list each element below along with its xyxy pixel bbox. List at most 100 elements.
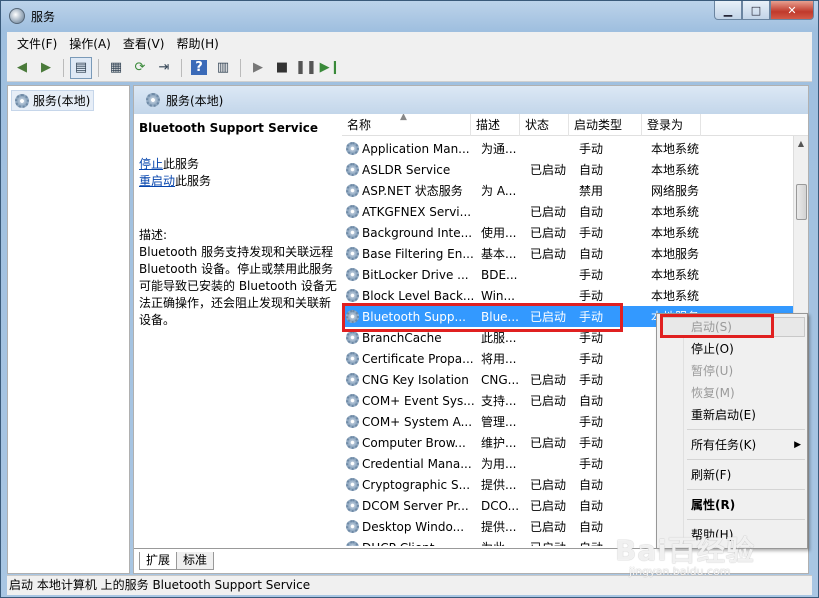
context-item-stop[interactable]: 停止(O) <box>691 339 801 359</box>
stop-service-button[interactable]: ■ <box>271 57 293 79</box>
context-menu: 启动(S) 停止(O) 暂停(U) 恢复(M) 重新启动(E) 所有任务(K) ▶… <box>656 313 808 549</box>
service-name-cell: Credential Mana... <box>342 457 476 471</box>
service-status-cell: 已启动 <box>530 499 567 513</box>
help-icon: ? <box>191 60 207 75</box>
forward-button[interactable]: ▶ <box>35 57 57 79</box>
gear-icon <box>15 93 29 108</box>
tab-standard[interactable]: 标准 <box>176 552 215 570</box>
main-pane-title: 服务(本地) <box>166 93 224 108</box>
minimize-button[interactable]: ▁ <box>714 1 742 20</box>
tree-item-services-local[interactable]: 服务(本地) <box>11 90 95 111</box>
menu-view[interactable]: 查看(V) <box>117 35 171 52</box>
service-description-cell: 提供... <box>481 478 517 492</box>
context-item-pause[interactable]: 暂停(U) <box>691 361 801 381</box>
service-status-cell: 已启动 <box>525 539 574 546</box>
gear-icon <box>346 226 359 239</box>
service-description-cell: Win... <box>481 288 515 303</box>
maximize-icon: □ <box>750 3 762 17</box>
service-logon-cell: 本地系统 <box>651 289 700 303</box>
table-row[interactable]: ASP.NET 状态服务为 A... 禁用 网络服务 <box>342 180 794 201</box>
table-row[interactable]: Application Man... 为通... 手动 本地系统 <box>342 138 794 159</box>
table-row[interactable]: Background Inte... 使用... 已启动 手动 本地系统 <box>342 222 794 243</box>
service-startup-cell: 自动 <box>579 247 604 261</box>
context-item-help[interactable]: 帮助(H) <box>691 525 801 545</box>
service-name-cell: Application Man... <box>342 142 476 156</box>
service-startup-cell: 手动 <box>579 142 604 156</box>
context-item-restart[interactable]: 重新启动(E) <box>691 405 801 425</box>
service-name-cell: Base Filtering En... <box>342 247 476 261</box>
services-app-icon <box>9 8 25 24</box>
menu-file[interactable]: 文件(F) <box>11 35 63 52</box>
minimize-icon: ▁ <box>723 3 733 17</box>
show-action-pane-button[interactable]: ▥ <box>212 57 234 79</box>
context-menu-separator <box>687 519 805 520</box>
back-button[interactable]: ◀ <box>11 57 33 79</box>
column-header-startup-type[interactable]: 启动类型 <box>569 114 642 136</box>
close-button[interactable]: ✕ <box>770 1 814 20</box>
pause-service-button[interactable]: ❚❚ <box>295 57 317 79</box>
column-headers: ▲ 名称 描述 状态 启动类型 登录为 <box>342 114 808 136</box>
service-name-cell: Desktop Windo... <box>342 520 476 534</box>
export-button[interactable]: ⇥ <box>153 57 175 79</box>
service-description-cell: 为用... <box>481 457 517 471</box>
scrollbar-thumb[interactable] <box>796 184 807 220</box>
service-description-cell: 基本... <box>481 247 517 261</box>
service-name-cell: DCOM Server Pr... <box>342 499 476 513</box>
service-name-cell: Computer Brow... <box>342 436 476 450</box>
stop-service-link[interactable]: 停止 <box>139 157 163 171</box>
gear-icon <box>346 268 359 281</box>
menu-action[interactable]: 操作(A) <box>63 35 117 52</box>
service-logon-cell: 本地系统 <box>651 268 700 282</box>
description-label: 描述: <box>139 228 168 242</box>
service-status-cell: 已启动 <box>530 226 567 240</box>
table-row[interactable]: BitLocker Drive ... BDE... 手动 本地系统 <box>342 264 794 285</box>
column-header-status[interactable]: 状态 <box>520 114 569 136</box>
service-startup-cell: 手动 <box>579 352 604 366</box>
context-item-resume[interactable]: 恢复(M) <box>691 383 801 403</box>
service-startup-cell: 手动 <box>579 373 604 387</box>
stop-link-suffix: 此服务 <box>163 157 200 171</box>
context-menu-separator <box>687 429 805 430</box>
title-bar[interactable]: 服务 ▁ □ ✕ <box>1 1 818 31</box>
context-item-all-tasks[interactable]: 所有任务(K) ▶ <box>691 435 801 455</box>
service-name-cell: ASLDR Service <box>342 163 476 177</box>
table-row[interactable]: Base Filtering En... 基本... 已启动 自动 本地服务 <box>342 243 794 264</box>
maximize-button[interactable]: □ <box>742 1 770 20</box>
highlight-box-selected-row <box>342 303 623 332</box>
service-description-cell: 提供... <box>481 520 517 534</box>
table-row[interactable]: ASLDR Service 已启动 自动 本地系统 <box>342 159 794 180</box>
service-name-cell: COM+ Event Sys... <box>342 394 476 408</box>
service-status-cell: 已启动 <box>530 205 567 219</box>
service-description: Bluetooth 服务支持发现和关联远程 Bluetooth 设备。停止或禁用… <box>139 245 337 327</box>
menu-help[interactable]: 帮助(H) <box>170 35 224 52</box>
service-startup-cell: 手动 <box>579 268 604 282</box>
gear-icon <box>146 93 160 107</box>
restart-link-suffix: 此服务 <box>175 174 212 188</box>
help-button[interactable]: ? <box>188 57 210 79</box>
gear-icon <box>346 436 359 449</box>
context-item-refresh[interactable]: 刷新(F) <box>691 465 801 485</box>
table-row[interactable]: ATKGFNEX Servi... 已启动 自动 本地系统 <box>342 201 794 222</box>
gear-icon <box>346 205 359 218</box>
gear-icon <box>346 541 359 546</box>
play-icon: ▶ <box>253 60 263 75</box>
column-header-description[interactable]: 描述 <box>471 114 520 136</box>
restart-service-button[interactable]: ▶❙ <box>319 57 341 79</box>
column-header-name[interactable]: ▲ 名称 <box>342 114 471 136</box>
scroll-up-arrow-icon[interactable]: ▲ <box>794 136 808 152</box>
service-name-cell: Background Inte... <box>342 226 476 240</box>
gear-icon <box>346 499 359 512</box>
refresh-button[interactable]: ⟳ <box>129 57 151 79</box>
service-startup-cell: 自动 <box>574 539 646 546</box>
tab-extended[interactable]: 扩展 <box>139 552 178 570</box>
toolbar: ◀ ▶ ▤ ▦ ⟳ ⇥ ? ▥ ▶ ■ ❚❚ ▶❙ <box>7 54 812 82</box>
show-console-tree-button[interactable]: ▤ <box>70 56 92 79</box>
toolbar-separator <box>240 58 241 77</box>
column-header-logon[interactable]: 登录为 <box>642 114 701 136</box>
services-window: 服务 ▁ □ ✕ 文件(F) 操作(A) 查看(V) 帮助(H) ◀ ▶ ▤ ▦… <box>0 0 819 598</box>
properties-button[interactable]: ▦ <box>105 57 127 79</box>
service-status-cell: 已启动 <box>530 436 567 450</box>
restart-service-link[interactable]: 重启动 <box>139 174 175 188</box>
start-service-button[interactable]: ▶ <box>247 57 269 79</box>
context-item-properties[interactable]: 属性(R) <box>691 495 801 515</box>
